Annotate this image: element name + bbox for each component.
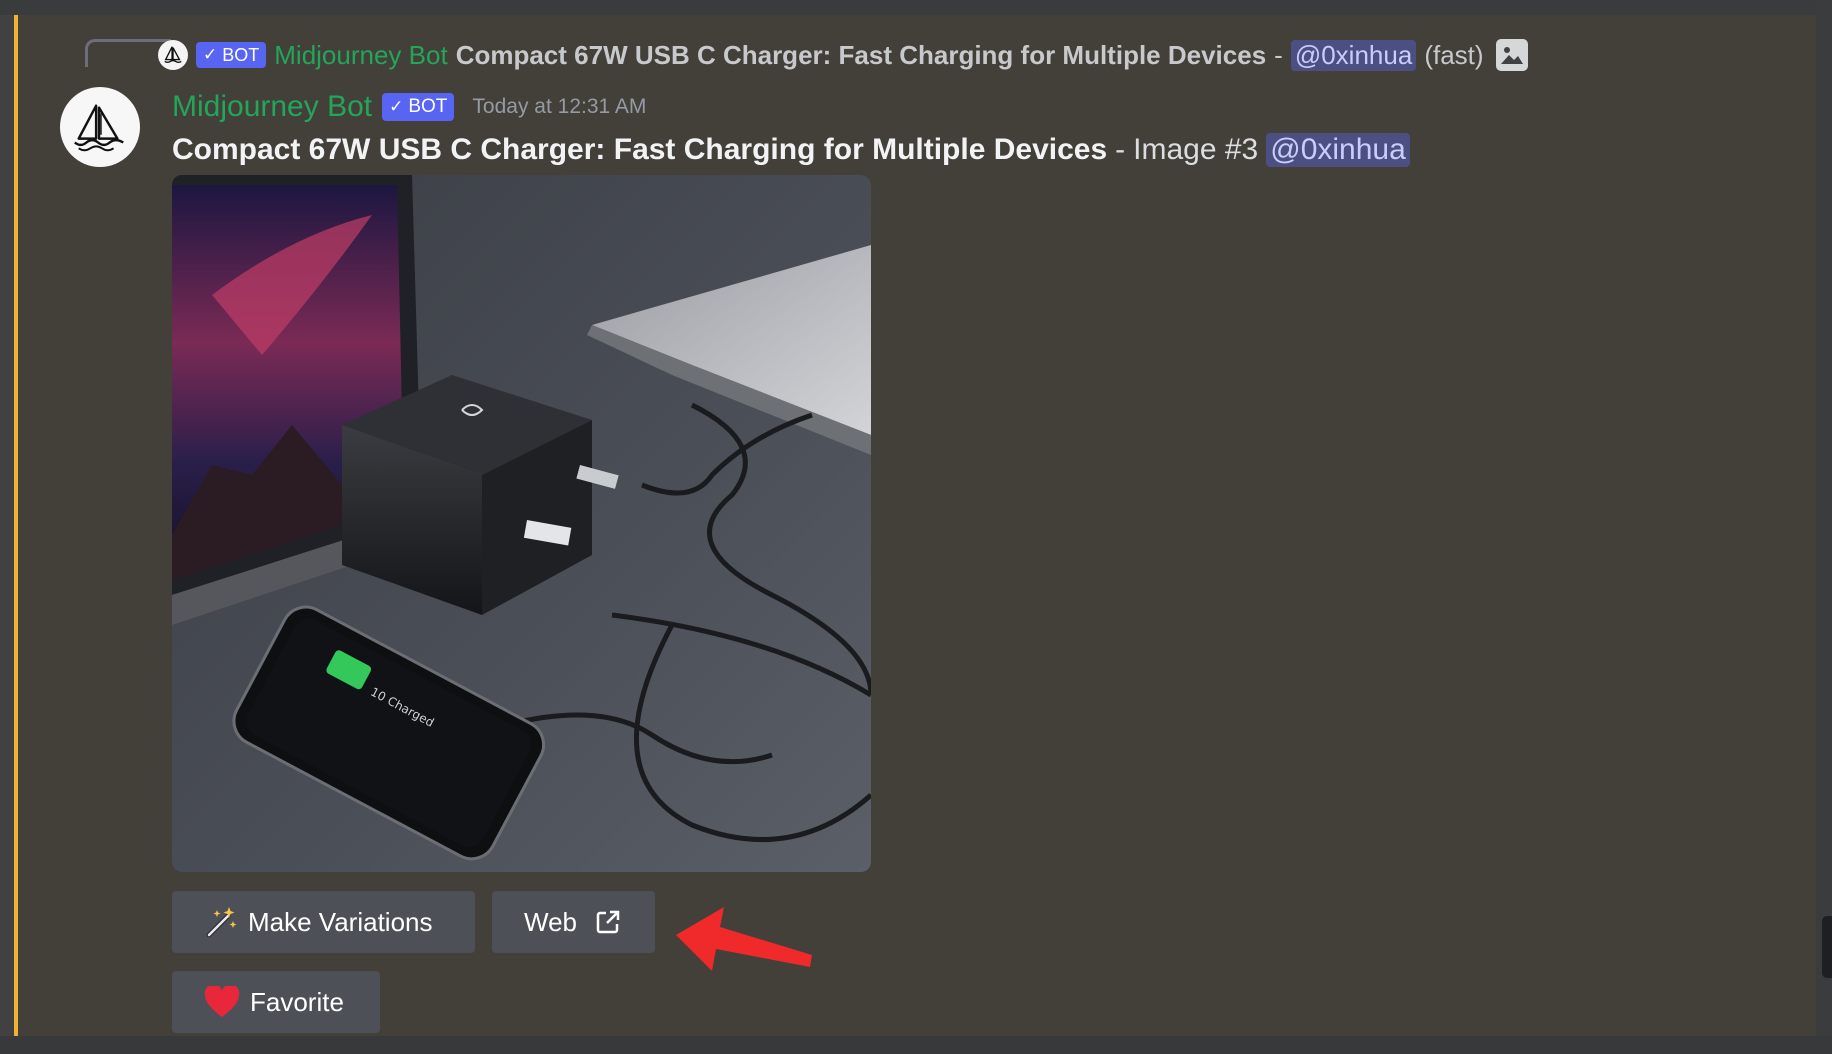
web-link-button[interactable]: Web [492, 891, 655, 953]
reply-separator: - [1274, 39, 1283, 70]
annotation-arrow-icon [676, 907, 812, 971]
image-icon[interactable] [1495, 39, 1528, 71]
reply-speed: (fast) [1424, 39, 1484, 70]
favorite-button[interactable]: Favorite [172, 971, 380, 1033]
image-attachment[interactable]: 10 Charged [172, 175, 871, 872]
magic-wand-icon [204, 905, 238, 939]
avatar[interactable] [60, 87, 140, 167]
make-variations-button[interactable]: Make Variations [172, 891, 475, 953]
reply-mention[interactable]: @0xinhua [1290, 39, 1417, 71]
checkmark-icon: ✓ [203, 45, 218, 64]
bot-badge-label: BOT [408, 96, 448, 117]
user-mention[interactable]: @0xinhua [1266, 133, 1410, 167]
author-name[interactable]: Midjourney Bot [172, 90, 372, 124]
reply-title[interactable]: Compact 67W USB C Charger: Fast Charging… [456, 40, 1266, 71]
bot-badge-label: BOT [222, 44, 260, 65]
window-right-frame [1816, 0, 1832, 1054]
external-link-icon [595, 909, 621, 935]
window-top-frame [0, 0, 1832, 15]
bot-badge: ✓ BOT [196, 42, 267, 68]
heart-icon [204, 986, 240, 1018]
message-container: ✓ BOT Midjourney Bot Compact 67W USB C C… [14, 15, 1816, 1036]
favorite-label: Favorite [250, 986, 344, 1017]
picture-glyph [1500, 47, 1523, 64]
window-bottom-frame [0, 1036, 1832, 1054]
reply-author[interactable]: Midjourney Bot [274, 40, 447, 71]
mention-highlight-bar [14, 15, 18, 1036]
reply-avatar[interactable] [158, 40, 188, 70]
bot-badge: ✓ BOT [382, 93, 455, 121]
reply-reference[interactable]: ✓ BOT Midjourney Bot Compact 67W USB C C… [158, 37, 1528, 73]
web-label: Web [524, 906, 577, 937]
midjourney-logo-icon [74, 104, 124, 152]
scrollbar-thumb[interactable] [1822, 916, 1832, 978]
sailboat-icon [164, 46, 182, 64]
message-content: Compact 67W USB C Charger: Fast Charging… [172, 130, 1410, 170]
message-separator: - [1115, 133, 1126, 166]
checkmark-icon: ✓ [389, 97, 404, 116]
message-header: Midjourney Bot ✓ BOT Today at 12:31 AM [172, 87, 646, 127]
message-title: Compact 67W USB C Charger: Fast Charging… [172, 133, 1108, 166]
image-number: Image #3 [1133, 133, 1259, 166]
charger-product-image: 10 Charged [172, 175, 871, 872]
timestamp[interactable]: Today at 12:31 AM [472, 95, 646, 119]
make-variations-label: Make Variations [248, 906, 433, 937]
